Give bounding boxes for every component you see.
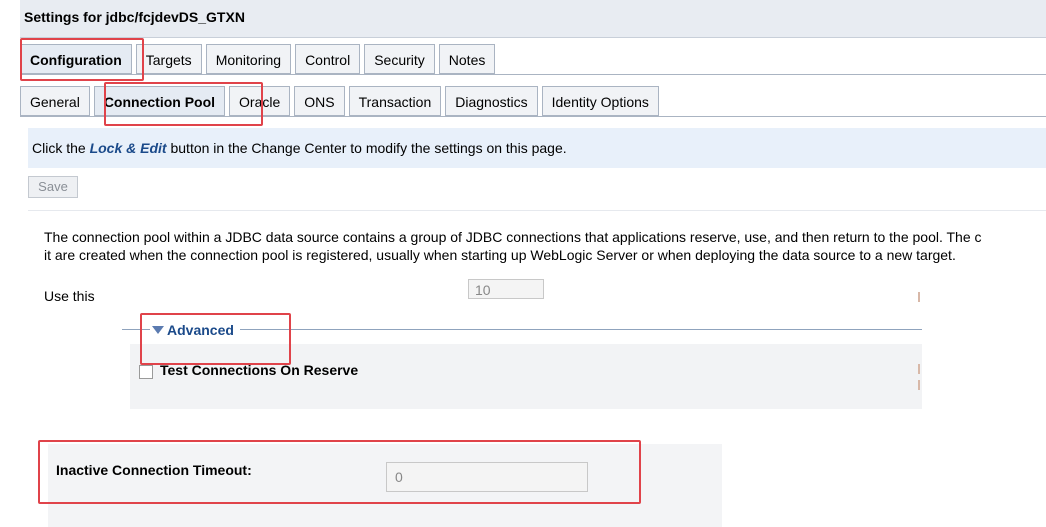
tab-configuration[interactable]: Configuration bbox=[20, 44, 132, 74]
description: The connection pool within a JDBC data s… bbox=[44, 228, 1044, 264]
lock-edit-link: Lock & Edit bbox=[89, 140, 167, 156]
advanced-divider bbox=[122, 329, 922, 330]
tab-security[interactable]: Security bbox=[364, 44, 435, 74]
info-suffix: button in the Change Center to modify th… bbox=[166, 140, 567, 156]
tab-control[interactable]: Control bbox=[295, 44, 361, 74]
advanced-label: Advanced bbox=[167, 322, 234, 338]
divider bbox=[918, 364, 920, 374]
tab-divider bbox=[20, 74, 1046, 75]
page-title: Settings for jdbc/fcjdevDS_GTXN bbox=[20, 0, 1046, 38]
divider bbox=[918, 380, 920, 390]
tab-connection-pool[interactable]: Connection Pool bbox=[93, 86, 226, 116]
tab-general[interactable]: General bbox=[20, 86, 90, 116]
inactive-timeout-panel bbox=[48, 444, 722, 527]
inactive-timeout-label: Inactive Connection Timeout: bbox=[56, 462, 252, 478]
primary-tabs: Configuration Targets Monitoring Control… bbox=[20, 44, 496, 74]
tab-ons[interactable]: ONS bbox=[294, 86, 345, 116]
advanced-toggle[interactable]: Advanced bbox=[150, 322, 240, 338]
description-line-2: it are created when the connection pool … bbox=[44, 247, 956, 263]
tab-divider bbox=[20, 116, 1046, 117]
chevron-down-icon bbox=[152, 326, 164, 334]
divider bbox=[918, 292, 920, 302]
test-connections-checkbox[interactable] bbox=[139, 365, 153, 379]
divider bbox=[28, 210, 1046, 211]
tab-oracle[interactable]: Oracle bbox=[229, 86, 291, 116]
tab-identity-options[interactable]: Identity Options bbox=[541, 86, 659, 116]
inactive-timeout-input[interactable]: 0 bbox=[386, 462, 588, 492]
tab-notes[interactable]: Notes bbox=[438, 44, 496, 74]
tab-diagnostics[interactable]: Diagnostics bbox=[445, 86, 538, 116]
tab-targets[interactable]: Targets bbox=[135, 44, 202, 74]
secondary-tabs: General Connection Pool Oracle ONS Trans… bbox=[20, 86, 659, 116]
info-message: Click the Lock & Edit button in the Chan… bbox=[28, 128, 1046, 168]
tab-monitoring[interactable]: Monitoring bbox=[205, 44, 292, 74]
use-this-text: Use this bbox=[44, 288, 95, 304]
statement-cache-size-input[interactable]: 10 bbox=[468, 279, 544, 299]
description-line-1: The connection pool within a JDBC data s… bbox=[44, 229, 982, 245]
info-prefix: Click the bbox=[32, 140, 90, 156]
tab-transaction[interactable]: Transaction bbox=[348, 86, 442, 116]
save-button[interactable]: Save bbox=[28, 176, 78, 198]
test-connections-label: Test Connections On Reserve bbox=[160, 362, 359, 378]
